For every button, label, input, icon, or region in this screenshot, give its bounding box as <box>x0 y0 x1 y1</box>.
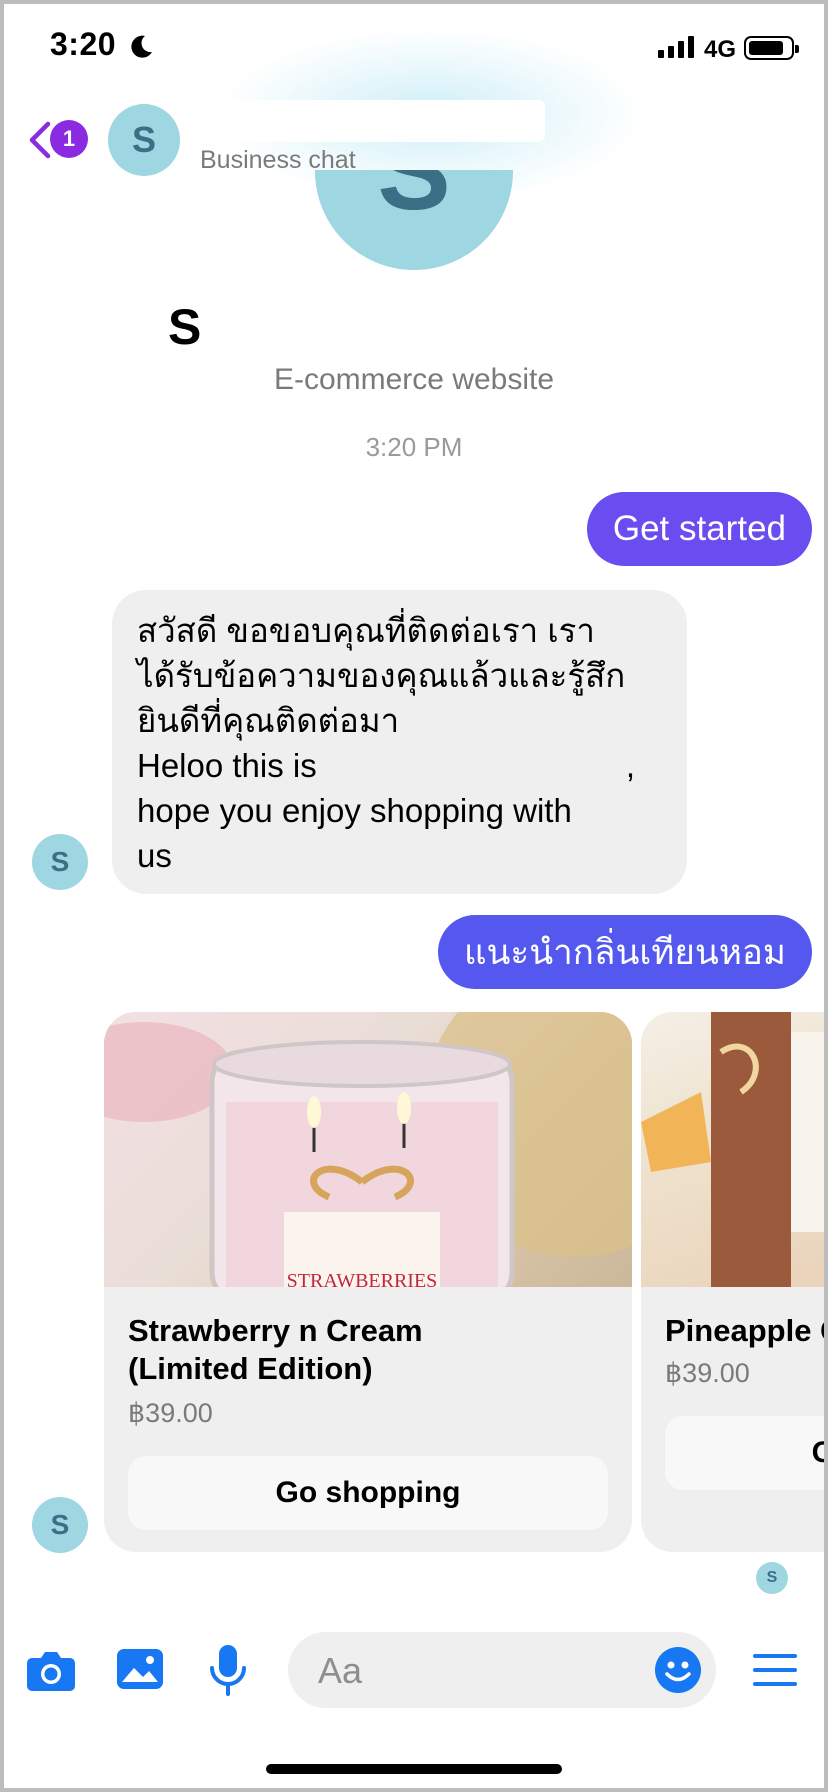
product-price: ฿39.00 <box>128 1398 213 1428</box>
candle-label: STRAWBERRIES <box>287 1270 438 1287</box>
incoming-message[interactable]: สวัสดี ขอขอบคุณที่ติดต่อเรา เรา ได้รับข้… <box>112 590 687 894</box>
outgoing-message[interactable]: Get started <box>586 492 812 566</box>
business-name: S <box>168 299 202 355</box>
network-type: 4G <box>703 36 736 63</box>
product-card[interactable]: Pineapple C ฿39.00 G <box>641 1012 828 1552</box>
go-shopping-button[interactable]: G <box>665 1416 828 1490</box>
product-image[interactable] <box>641 1012 828 1287</box>
candle-illustration <box>641 1012 828 1287</box>
message-line: us <box>137 837 172 874</box>
outgoing-message[interactable]: แนะนำกลิ่นเทียนหอม <box>437 915 812 989</box>
sender-avatar[interactable]: S <box>32 834 88 890</box>
read-receipt-avatar: S <box>756 1562 788 1594</box>
product-title: Pineapple C <box>665 1313 828 1348</box>
emoji-icon[interactable] <box>654 1646 702 1694</box>
photo-icon[interactable] <box>116 1648 164 1690</box>
back-chevron-icon[interactable] <box>26 120 52 160</box>
product-title-line: (Limited Edition) <box>128 1351 373 1386</box>
message-line: สวัสดี ขอขอบคุณที่ติดต่อเรา เรา <box>137 612 595 649</box>
message-input[interactable]: Aa <box>288 1632 716 1708</box>
battery-icon <box>744 36 799 60</box>
product-title-line: Strawberry n Cream <box>128 1313 423 1348</box>
candle-illustration: STRAWBERRIES <box>104 1012 632 1287</box>
message-input-placeholder: Aa <box>318 1650 363 1691</box>
sender-avatar[interactable]: S <box>32 1497 88 1553</box>
product-image[interactable]: STRAWBERRIES <box>104 1012 632 1287</box>
message-line: ยินดีที่คุณติดต่อมา <box>137 702 400 739</box>
menu-icon[interactable] <box>752 1652 798 1688</box>
product-title: Strawberry n Cream (Limited Edition) <box>128 1312 608 1388</box>
header-name-redacted <box>195 100 545 142</box>
go-shopping-button[interactable]: Go shopping <box>128 1456 608 1530</box>
header-avatar[interactable]: S <box>108 104 180 176</box>
redacted-text <box>325 753 626 784</box>
profile-avatar-letter: S <box>315 170 513 270</box>
home-indicator[interactable] <box>266 1764 562 1774</box>
unread-badge[interactable]: 1 <box>50 120 88 158</box>
camera-icon[interactable] <box>26 1648 76 1692</box>
product-card[interactable]: STRAWBERRIES Strawberry n Cream (Limited… <box>104 1012 632 1552</box>
message-timestamp: 3:20 PM <box>365 432 463 462</box>
microphone-icon[interactable] <box>208 1644 248 1696</box>
message-line: hope you enjoy shopping with <box>137 792 572 829</box>
message-line-en: Heloo this is , <box>137 743 662 788</box>
business-category: E-commerce website <box>273 363 555 396</box>
signal-icon <box>658 36 694 58</box>
product-price: ฿39.00 <box>665 1358 750 1388</box>
moon-icon <box>131 35 152 58</box>
message-text: , <box>625 747 636 784</box>
message-line: ได้รับข้อความของคุณแล้วและรู้สึก <box>137 657 626 694</box>
status-time: 3:20 <box>50 26 117 62</box>
profile-avatar: S <box>315 170 513 270</box>
message-text: Heloo this is <box>137 747 317 784</box>
